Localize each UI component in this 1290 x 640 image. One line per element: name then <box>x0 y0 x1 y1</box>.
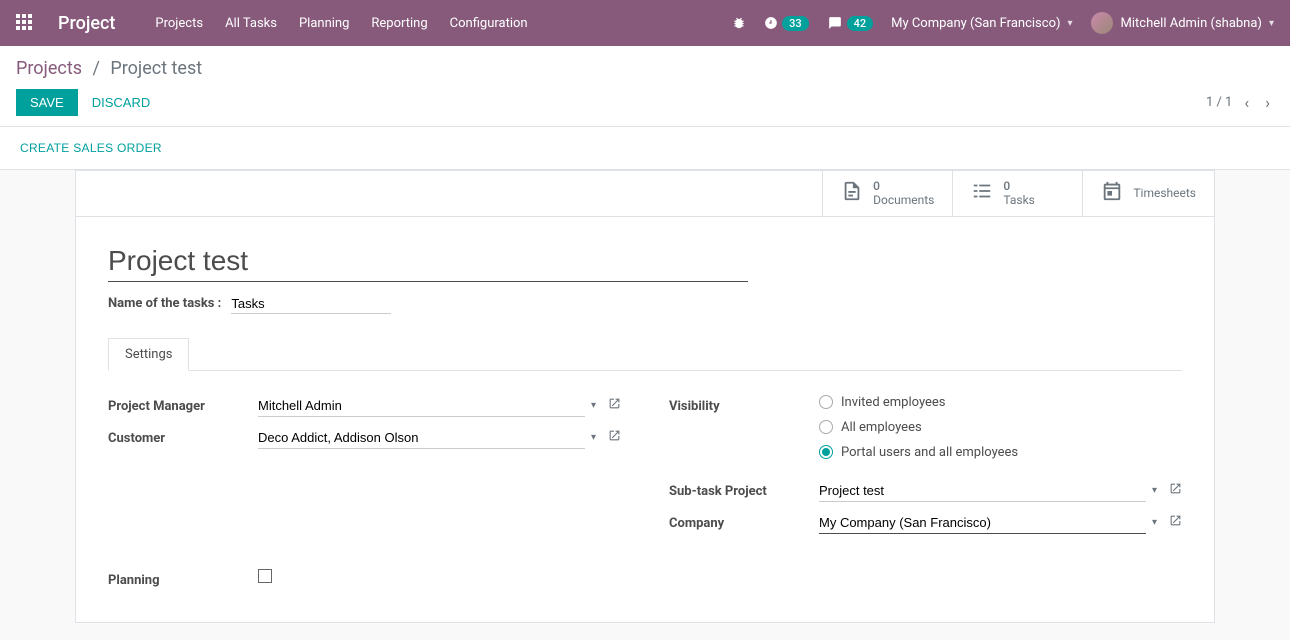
pager-prev[interactable]: ‹ <box>1240 89 1253 116</box>
tasks-name-label: Name of the tasks : <box>108 296 221 311</box>
project-name-input[interactable] <box>108 241 748 282</box>
external-link-icon[interactable] <box>608 397 621 414</box>
breadcrumb: Projects / Project test <box>16 58 1274 79</box>
chevron-down-icon[interactable]: ▾ <box>1146 485 1163 496</box>
label-customer: Customer <box>108 427 258 446</box>
stat-tasks-label: Tasks <box>1003 193 1035 207</box>
pager-next[interactable]: › <box>1261 89 1274 116</box>
user-menu[interactable]: Mitchell Admin (shabna) ▾ <box>1091 12 1274 34</box>
discard-button[interactable]: DISCARD <box>88 89 155 116</box>
pager-value: 1 / 1 <box>1206 95 1232 110</box>
chevron-down-icon[interactable]: ▾ <box>1146 517 1163 528</box>
apps-icon[interactable] <box>16 14 34 32</box>
form-sheet: 0 Documents 0 Tasks Timesheets <box>75 170 1215 623</box>
company-name: My Company (San Francisco) <box>891 16 1060 31</box>
chevron-down-icon: ▾ <box>1269 18 1274 29</box>
activities-button[interactable]: 33 <box>764 16 809 31</box>
stat-timesheets[interactable]: Timesheets <box>1082 171 1214 216</box>
breadcrumb-current: Project test <box>110 58 202 79</box>
stat-tasks-count: 0 <box>1003 179 1035 193</box>
external-link-icon[interactable] <box>1169 482 1182 499</box>
external-link-icon[interactable] <box>608 429 621 446</box>
visibility-radio-group: Invited employees All employees Portal u… <box>819 395 1018 460</box>
external-link-icon[interactable] <box>1169 514 1182 531</box>
brand: Project <box>58 13 115 34</box>
nav-reporting[interactable]: Reporting <box>371 16 427 31</box>
control-area: Projects / Project test SAVE DISCARD 1 /… <box>0 46 1290 127</box>
nav-planning[interactable]: Planning <box>299 16 349 31</box>
visibility-invited[interactable]: Invited employees <box>819 395 1018 410</box>
chevron-down-icon[interactable]: ▾ <box>585 400 602 411</box>
activities-badge: 33 <box>782 16 809 31</box>
visibility-invited-label: Invited employees <box>841 395 946 410</box>
nav-configuration[interactable]: Configuration <box>450 16 528 31</box>
nav-menu: Projects All Tasks Planning Reporting Co… <box>155 16 527 31</box>
subtask-project-input[interactable] <box>819 480 1146 502</box>
visibility-all-label: All employees <box>841 420 922 435</box>
label-project-manager: Project Manager <box>108 395 258 414</box>
messages-badge: 42 <box>847 16 874 31</box>
stat-timesheets-label: Timesheets <box>1133 186 1196 200</box>
company-input[interactable] <box>819 512 1146 534</box>
tabs: Settings <box>108 338 1182 371</box>
company-switcher[interactable]: My Company (San Francisco) ▾ <box>891 16 1072 31</box>
navbar-right: 33 42 My Company (San Francisco) ▾ Mitch… <box>732 12 1274 34</box>
radio-icon <box>819 395 833 409</box>
file-icon <box>841 180 863 206</box>
stat-documents-count: 0 <box>873 179 934 193</box>
label-subtask-project: Sub-task Project <box>669 480 819 499</box>
breadcrumb-root[interactable]: Projects <box>16 58 82 79</box>
nav-all-tasks[interactable]: All Tasks <box>225 16 277 31</box>
radio-icon <box>819 420 833 434</box>
label-company: Company <box>669 512 819 531</box>
project-manager-input[interactable] <box>258 395 585 417</box>
stat-documents[interactable]: 0 Documents <box>822 171 952 216</box>
pager: 1 / 1 ‹ › <box>1206 89 1274 116</box>
label-planning: Planning <box>108 569 258 588</box>
messages-button[interactable]: 42 <box>827 16 874 31</box>
stat-tasks[interactable]: 0 Tasks <box>952 171 1082 216</box>
debug-icon[interactable] <box>732 16 746 30</box>
calendar-icon <box>1101 180 1123 206</box>
stat-documents-label: Documents <box>873 193 934 207</box>
visibility-all[interactable]: All employees <box>819 420 1018 435</box>
tasks-icon <box>971 180 993 206</box>
label-visibility: Visibility <box>669 395 819 414</box>
nav-projects[interactable]: Projects <box>155 16 203 31</box>
avatar <box>1091 12 1113 34</box>
navbar: Project Projects All Tasks Planning Repo… <box>0 0 1290 46</box>
visibility-portal[interactable]: Portal users and all employees <box>819 445 1018 460</box>
visibility-portal-label: Portal users and all employees <box>841 445 1018 460</box>
user-name: Mitchell Admin (shabna) <box>1121 16 1262 31</box>
tasks-name-input[interactable] <box>231 294 391 314</box>
save-button[interactable]: SAVE <box>16 89 78 116</box>
customer-input[interactable] <box>258 427 585 449</box>
stat-buttons: 0 Documents 0 Tasks Timesheets <box>76 171 1214 217</box>
statusbar: CREATE SALES ORDER <box>0 127 1290 170</box>
chevron-down-icon: ▾ <box>1068 18 1073 29</box>
planning-checkbox[interactable] <box>258 569 272 583</box>
breadcrumb-separator: / <box>92 58 99 79</box>
radio-icon <box>819 445 833 459</box>
tab-settings[interactable]: Settings <box>108 338 189 371</box>
chevron-down-icon[interactable]: ▾ <box>585 432 602 443</box>
create-sales-order-button[interactable]: CREATE SALES ORDER <box>16 135 166 161</box>
